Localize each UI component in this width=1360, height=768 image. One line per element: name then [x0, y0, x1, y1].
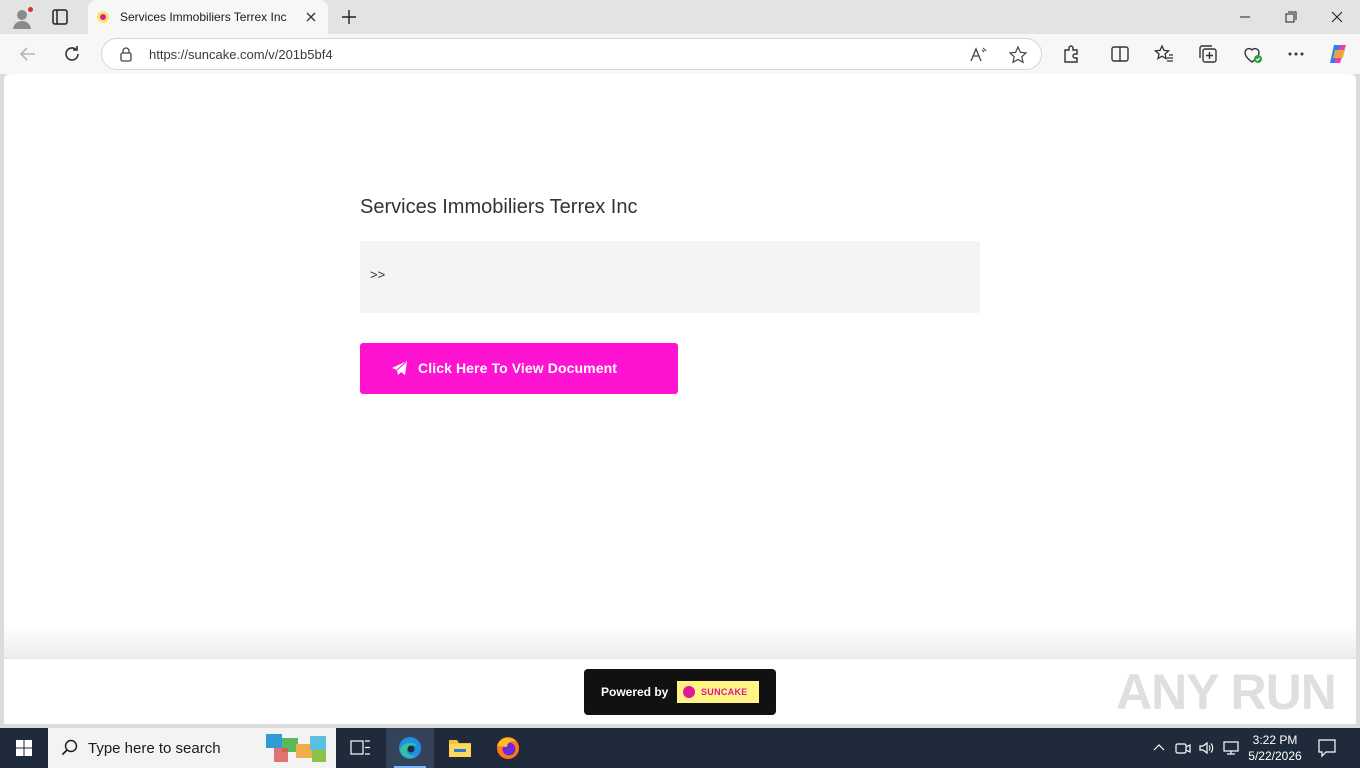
taskbar-clock[interactable]: 3:22 PM 5/22/2026 [1244, 732, 1306, 764]
task-view-icon[interactable] [336, 728, 384, 768]
notifications-icon[interactable] [1316, 738, 1338, 758]
meet-now-icon[interactable] [1174, 739, 1192, 757]
page-title: Services Immobiliers Terrex Inc [360, 196, 638, 218]
search-placeholder: Type here to search [88, 740, 221, 757]
anyrun-watermark: ANY RUN [1116, 657, 1337, 721]
search-highlight-puzzle-icon [266, 732, 328, 764]
page-viewport: Services Immobiliers Terrex Inc >> Click… [4, 74, 1356, 724]
back-icon[interactable] [16, 42, 40, 66]
suncake-favicon-icon [97, 11, 109, 23]
copilot-icon[interactable] [1326, 42, 1350, 66]
restore-icon[interactable] [1268, 0, 1314, 34]
close-window-icon[interactable] [1314, 0, 1360, 34]
powered-by-badge[interactable]: Powered by SUNCAKE [584, 669, 776, 715]
tab-actions-icon[interactable] [48, 5, 72, 29]
taskbar-search[interactable]: Type here to search [48, 728, 336, 768]
volume-icon[interactable] [1198, 739, 1216, 757]
windows-start-icon[interactable] [0, 728, 48, 768]
edge-taskbar-icon[interactable] [386, 728, 434, 768]
tray-overflow-chevron-icon[interactable] [1150, 739, 1168, 757]
browser-essentials-icon[interactable] [1240, 42, 1264, 66]
address-url[interactable]: https://suncake.com/v/201b5bf4 [149, 47, 333, 62]
settings-more-icon[interactable] [1284, 42, 1308, 66]
profile-notification-dot [27, 6, 34, 13]
network-icon[interactable] [1222, 739, 1240, 757]
split-screen-icon[interactable] [1108, 42, 1132, 66]
taskbar: Type here to search 3:22 PM 5/22/2026 [0, 728, 1360, 768]
suncake-logo: SUNCAKE [677, 681, 759, 703]
favorites-icon[interactable] [1152, 42, 1176, 66]
view-document-button[interactable]: Click Here To View Document [360, 343, 678, 394]
message-box: >> [360, 241, 980, 313]
profile-icon[interactable] [10, 6, 34, 30]
browser-toolbar: https://suncake.com/v/201b5bf4 [0, 34, 1360, 74]
tab-title: Services Immobiliers Terrex Inc [120, 10, 287, 24]
powered-by-label: Powered by [601, 685, 669, 699]
collections-icon[interactable] [1196, 42, 1220, 66]
tab-close-icon[interactable] [302, 8, 320, 26]
minimize-icon[interactable] [1222, 0, 1268, 34]
anyrun-watermark-text: ANY RUN [1116, 664, 1337, 720]
page-content: Services Immobiliers Terrex Inc >> Click… [360, 192, 980, 394]
new-tab-icon[interactable] [338, 6, 360, 28]
search-icon [60, 738, 80, 758]
suncake-logo-text: SUNCAKE [701, 687, 748, 697]
firefox-icon[interactable] [484, 728, 532, 768]
view-document-label: Click Here To View Document [418, 360, 618, 376]
suncake-logo-icon [683, 686, 695, 698]
address-bar[interactable]: https://suncake.com/v/201b5bf4 [101, 38, 1042, 70]
active-tab[interactable]: Services Immobiliers Terrex Inc [88, 0, 328, 34]
clock-date: 5/22/2026 [1248, 749, 1302, 763]
paper-plane-icon [391, 360, 408, 377]
favorite-star-icon[interactable] [1008, 45, 1028, 65]
refresh-icon[interactable] [60, 42, 84, 66]
browser-tab-bar: Services Immobiliers Terrex Inc [0, 0, 1360, 34]
read-aloud-icon[interactable] [968, 45, 988, 65]
footer-shadow [4, 626, 1356, 658]
message-text: >> [370, 267, 386, 282]
lock-icon[interactable] [118, 46, 134, 62]
file-explorer-icon[interactable] [436, 728, 484, 768]
extensions-icon[interactable] [1059, 42, 1083, 66]
clock-time: 3:22 PM [1252, 733, 1298, 747]
